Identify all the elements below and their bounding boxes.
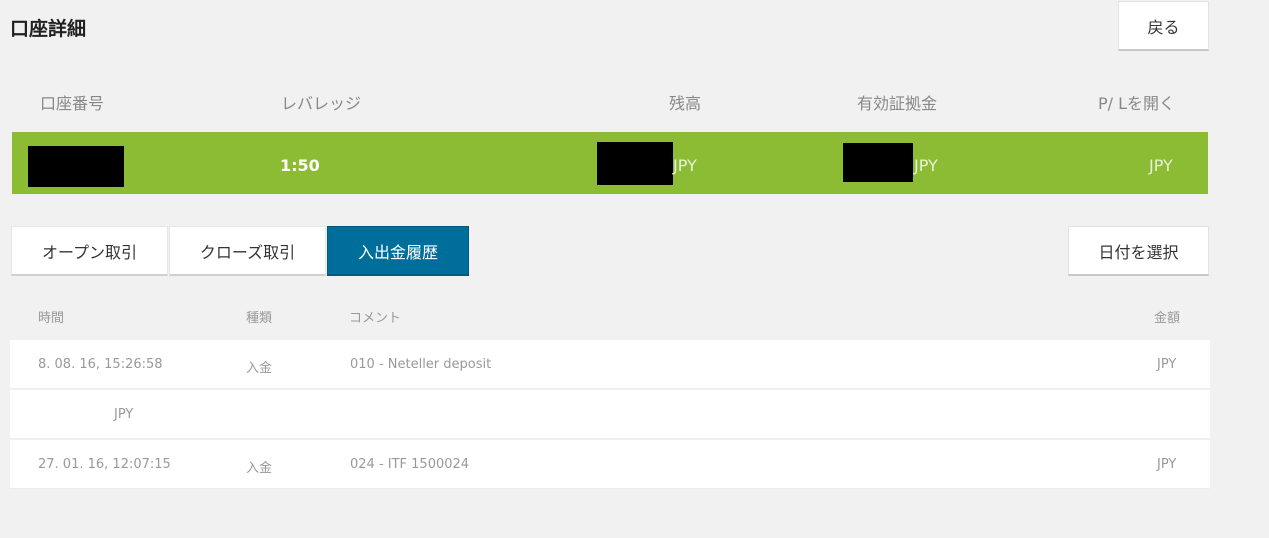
balance-currency: JPY: [673, 156, 697, 175]
table-row: JPY: [10, 390, 1210, 439]
back-button[interactable]: 戻る: [1118, 1, 1209, 51]
redacted-equity: [843, 143, 913, 182]
table-row: 27. 01. 16, 12:07:15 入金 024 - ITF 150002…: [10, 440, 1210, 489]
header-leverage: レバレッジ: [281, 94, 362, 113]
tab-closed-trades[interactable]: クローズ取引: [169, 226, 326, 276]
row-type: 入金: [246, 361, 273, 376]
th-comment: コメント: [349, 311, 402, 326]
row-time: 8. 08. 16, 15:26:58: [38, 357, 163, 372]
row-time: 27. 01. 16, 12:07:15: [38, 457, 171, 472]
account-summary-row: 1:50 JPY JPY JPY: [12, 132, 1208, 194]
th-amount: 金額: [1154, 311, 1181, 326]
header-account-number: 口座番号: [40, 94, 105, 113]
row-comment: 010 - Neteller deposit: [350, 357, 492, 372]
pl-currency: JPY: [1149, 156, 1173, 175]
row-time: JPY: [114, 407, 134, 422]
row-amount: JPY: [1157, 357, 1177, 372]
row-amount: JPY: [1157, 457, 1177, 472]
header-equity: 有効証拠金: [857, 94, 938, 113]
redacted-account-number: [28, 146, 124, 187]
leverage-value: 1:50: [280, 156, 320, 175]
select-date-button[interactable]: 日付を選択: [1068, 226, 1209, 276]
equity-currency: JPY: [914, 156, 938, 175]
row-type: 入金: [246, 461, 273, 476]
page-title: 口座詳細: [10, 18, 87, 40]
th-time: 時間: [38, 311, 65, 326]
row-comment: 024 - ITF 1500024: [350, 457, 470, 472]
redacted-balance: [597, 142, 673, 185]
th-type: 種類: [246, 311, 273, 326]
tab-deposit-history[interactable]: 入出金履歴: [327, 226, 469, 276]
tab-open-trades[interactable]: オープン取引: [11, 226, 168, 276]
table-row: 8. 08. 16, 15:26:58 入金 010 - Neteller de…: [10, 340, 1210, 389]
header-balance: 残高: [669, 94, 702, 113]
header-open-pl: P/ Lを開く: [1098, 94, 1176, 113]
